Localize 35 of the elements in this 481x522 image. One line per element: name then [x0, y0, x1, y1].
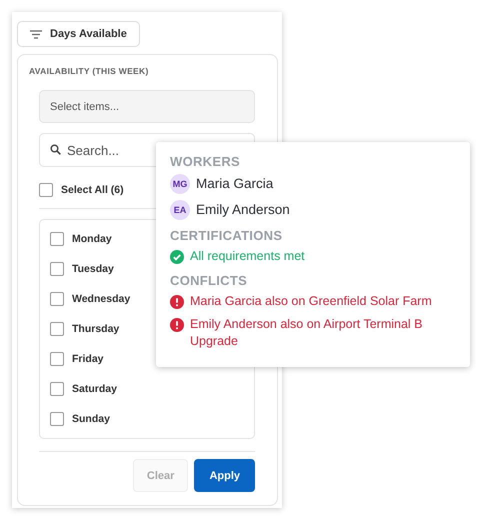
checkbox[interactable]: [50, 352, 64, 366]
status-text: All requirements met: [190, 248, 305, 265]
tooltip-section-title: CONFLICTS: [170, 273, 248, 288]
initials-avatar: MG: [170, 174, 190, 194]
filter-button[interactable]: Days Available: [17, 21, 140, 47]
alert-circle-icon: [170, 318, 184, 332]
alert-circle-icon: [170, 295, 184, 309]
checkbox[interactable]: [50, 322, 64, 336]
checkbox[interactable]: [39, 183, 53, 197]
search-icon: [50, 144, 61, 155]
worker-name: Maria Garcia: [196, 175, 274, 193]
section-heading: AVAILABILITY (THIS WEEK): [29, 66, 150, 76]
select-all-label: Select All (6): [61, 184, 124, 196]
checkbox[interactable]: [50, 262, 64, 276]
tooltip-section-title: CERTIFICATIONS: [170, 228, 284, 243]
select-field[interactable]: Select items...: [39, 90, 255, 123]
checkbox[interactable]: [50, 382, 64, 396]
conflict-text: Emily Anderson also on Airport Terminal B Upgrade: [190, 316, 424, 350]
checkbox[interactable]: [50, 412, 64, 426]
day-label: Thursday: [72, 323, 120, 335]
checkbox[interactable]: [50, 292, 64, 306]
day-label: Sunday: [72, 413, 110, 425]
day-label: Saturday: [72, 383, 117, 395]
day-label: Tuesday: [72, 263, 114, 275]
day-label: Friday: [72, 353, 104, 365]
day-label: Monday: [72, 233, 112, 245]
conflict-text: Maria Garcia also on Greenfield Solar Farm: [190, 293, 432, 310]
tooltip-section-title: WORKERS: [170, 154, 241, 169]
worker-name: Emily Anderson: [196, 201, 290, 219]
checkbox[interactable]: [50, 232, 64, 246]
initials-avatar: EA: [170, 200, 190, 220]
check-circle-icon: [170, 250, 184, 264]
filter-icon: [30, 30, 42, 38]
day-label: Wednesday: [72, 293, 130, 305]
apply-button[interactable]: Apply: [194, 459, 255, 492]
